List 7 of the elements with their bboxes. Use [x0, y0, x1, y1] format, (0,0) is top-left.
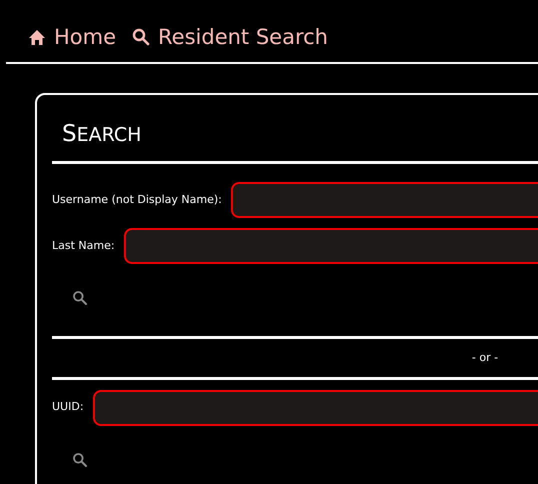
panel-title: SEARCH: [61, 120, 142, 149]
breadcrumb-link[interactable]: Resident Search: [132, 12, 328, 62]
breadcrumb-link[interactable]: Home: [28, 12, 116, 62]
separator-text: - or -: [472, 351, 498, 364]
field-label: UUID:: [52, 399, 84, 416]
field-label: Last Name:: [52, 238, 115, 254]
field-label: Username (not Display Name):: [52, 192, 222, 208]
